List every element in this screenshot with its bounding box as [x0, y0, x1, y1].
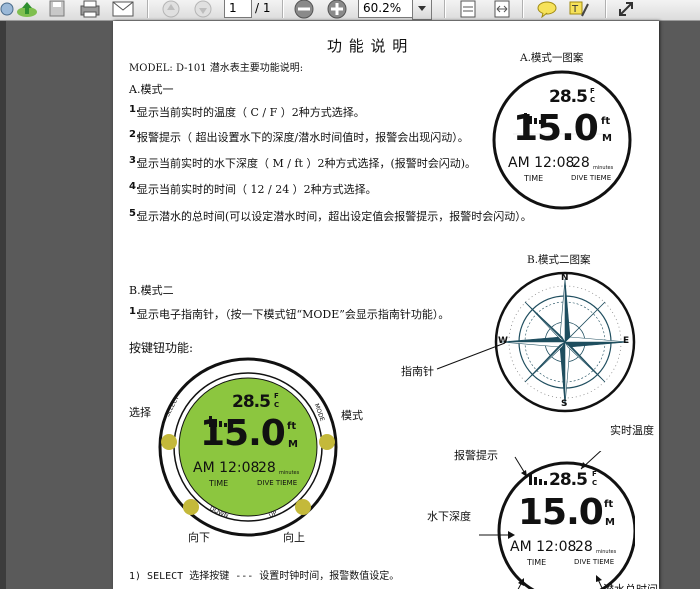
- watch-b-time: AM 12:08: [193, 460, 260, 476]
- watch-b-depth: 15.0: [200, 413, 286, 454]
- svg-text:T: T: [571, 4, 579, 15]
- watch-a-dive-unit: minutes: [593, 165, 614, 171]
- watch-c-depth: 15.0: [518, 492, 604, 533]
- watch-a-depth-unit-top: ft: [601, 116, 611, 127]
- watch-a-dive-label: DIVE TIEME: [571, 174, 612, 182]
- next-page-icon[interactable]: [190, 0, 216, 20]
- figure-b-caption: B.模式二图案: [527, 254, 591, 266]
- compass-pointer-line: [436, 342, 506, 370]
- compass-north: N: [561, 273, 569, 283]
- watch-a-temp-unit-bottom: C: [590, 96, 596, 104]
- fit-page-icon[interactable]: [455, 0, 481, 20]
- select-button[interactable]: [161, 434, 177, 450]
- watch-a-temp-unit-top: F: [590, 87, 595, 95]
- print-icon[interactable]: [77, 0, 103, 20]
- watch-c-dive-label: DIVE TIEME: [574, 558, 615, 566]
- watch-b-temp-unit-bottom: C: [274, 401, 280, 409]
- down-button[interactable]: [183, 499, 199, 515]
- pdf-page: 功 能 说 明 A.模式一图案 MODEL: D-101 潜水表主要功能说明: …: [113, 21, 659, 589]
- toolbar: 1 / 1 60.2% T: [0, 0, 700, 21]
- watch-b-dive: 28: [258, 460, 276, 476]
- zoom-in-icon[interactable]: [324, 0, 350, 20]
- highlight-text-icon[interactable]: T: [566, 0, 592, 20]
- up-button[interactable]: [295, 499, 311, 515]
- figure-a-caption: A.模式一图案: [520, 52, 584, 64]
- watch-b-depth-unit-top: ft: [287, 421, 297, 432]
- watch-b-temp-unit-top: F: [274, 392, 279, 400]
- select-label: 选择: [129, 406, 151, 419]
- watch-c-time: AM 12:08: [510, 539, 577, 555]
- mode-button[interactable]: [319, 434, 335, 450]
- zoom-level-input[interactable]: 60.2%: [358, 0, 414, 18]
- watch-b-dive-unit: minutes: [279, 470, 300, 476]
- down-label: 向下: [188, 531, 210, 544]
- watch-a-depth: 15.0: [513, 108, 599, 149]
- compass-figure: [494, 271, 636, 413]
- watch-b-dive-label: DIVE TIEME: [257, 479, 298, 487]
- watch-c-dive-unit: minutes: [596, 549, 617, 555]
- depth-label: 水下深度: [427, 510, 471, 523]
- watch-c-depth-unit-top: ft: [604, 499, 614, 510]
- watch-a-time-label: TIME: [524, 174, 544, 183]
- model-intro: MODEL: D-101 潜水表主要功能说明:: [129, 63, 304, 74]
- watch-a-time: AM 12:08: [508, 155, 575, 171]
- email-icon[interactable]: [110, 0, 136, 20]
- watch-c-time-label: TIME: [527, 558, 547, 567]
- select-button-description: 1) SELECT 选择按键 --- 设置时钟时间，报警数值设定。: [129, 571, 400, 582]
- expand-icon[interactable]: [614, 0, 640, 20]
- save-icon[interactable]: [44, 0, 70, 20]
- page-title: 功 能 说 明: [327, 37, 409, 55]
- watch-b-depth-unit-bottom: M: [288, 439, 298, 450]
- watch-c-temp: 28.5: [549, 470, 588, 490]
- compass-label: 指南针: [401, 365, 434, 378]
- up-label: 向上: [283, 531, 305, 544]
- watch-c-dive: 28: [575, 539, 593, 555]
- watch-a-dive: 28: [572, 155, 590, 171]
- alarm-label: 报警提示: [454, 449, 498, 462]
- upload-icon[interactable]: [14, 0, 40, 20]
- watch-c-temp-unit-top: F: [592, 470, 597, 478]
- mode2-heading: B.模式二: [129, 284, 174, 297]
- comment-icon[interactable]: [534, 0, 560, 20]
- mode1-heading: A.模式一: [129, 83, 174, 96]
- dive-total-label: 潜水总时间: [603, 581, 658, 589]
- watch-c-depth-unit-bottom: M: [605, 517, 615, 528]
- zoom-out-icon[interactable]: [291, 0, 317, 20]
- mode-label: 模式: [341, 409, 363, 422]
- watch-b-temp: 28.5: [232, 392, 271, 412]
- zoom-dropdown-icon[interactable]: [412, 0, 432, 20]
- compass-east: E: [623, 336, 630, 346]
- realtime-temp-label: 实时温度: [610, 424, 654, 437]
- navigation-pane-edge: [0, 21, 6, 589]
- page-total: / 1: [255, 1, 271, 15]
- compass-south: S: [561, 399, 568, 409]
- watch-b-time-label: TIME: [209, 479, 229, 488]
- fit-width-icon[interactable]: [489, 0, 515, 20]
- page-number-input[interactable]: 1: [224, 0, 252, 18]
- watch-a-depth-unit-bottom: M: [602, 133, 612, 144]
- previous-page-icon[interactable]: [158, 0, 184, 20]
- watch-a-temp: 28.5: [549, 87, 588, 107]
- watch-c-temp-unit-bottom: C: [592, 479, 598, 487]
